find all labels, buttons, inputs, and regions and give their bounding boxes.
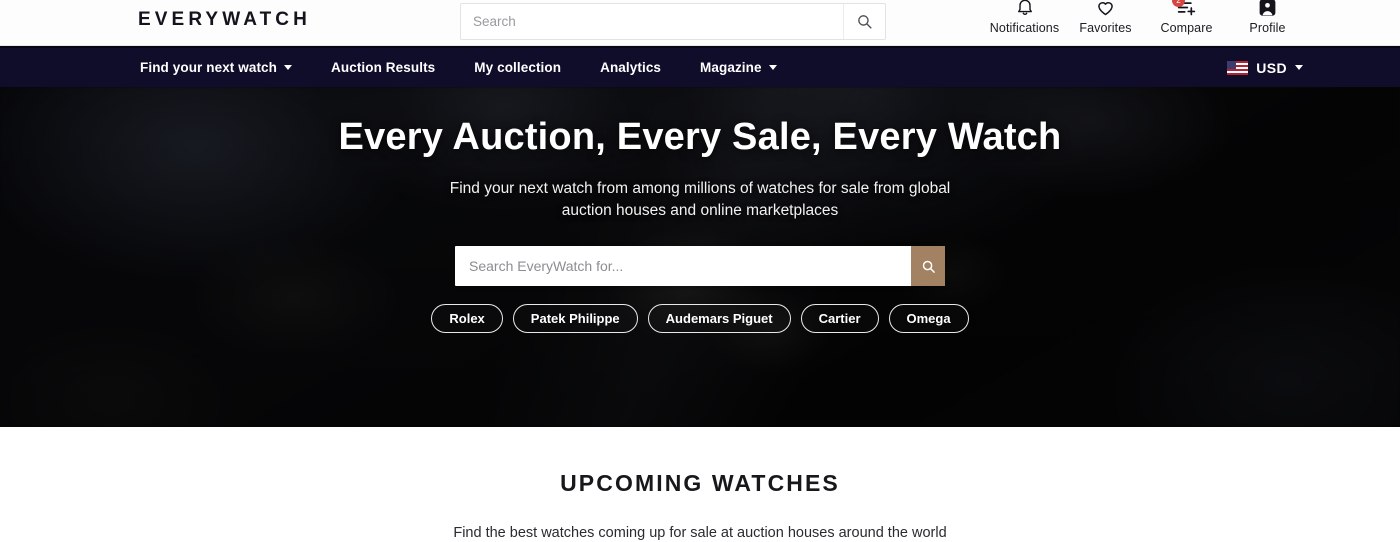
chevron-down-icon — [768, 65, 777, 70]
hero-search-button[interactable] — [911, 246, 945, 286]
heart-icon — [1095, 0, 1116, 18]
hero-subtitle: Find your next watch from among millions… — [449, 180, 951, 219]
top-search-box[interactable] — [460, 3, 886, 40]
chevron-down-icon — [1295, 65, 1303, 70]
upcoming-watches-section: UPCOMING WATCHES Find the best watches c… — [0, 427, 1400, 541]
nav-label: Magazine — [700, 60, 762, 75]
nav-item-my-collection[interactable]: My collection — [474, 60, 580, 75]
brand-chip-rolex[interactable]: Rolex — [431, 304, 503, 333]
brand-chip-omega[interactable]: Omega — [888, 304, 969, 333]
brand-chip-audemars-piguet[interactable]: Audemars Piguet — [647, 304, 791, 333]
hero-section: Every Auction, Every Sale, Every Watch F… — [0, 87, 1400, 427]
notifications-label: Notifications — [989, 21, 1060, 35]
top-header: EVERYWATCH Notifications — [0, 0, 1400, 46]
currency-selector[interactable]: USD — [1227, 60, 1303, 76]
us-flag-icon — [1227, 60, 1249, 75]
favorites-button[interactable]: Favorites — [1065, 0, 1146, 35]
nav-item-analytics[interactable]: Analytics — [600, 60, 680, 75]
header-actions: Notifications Favorites 2 Compare Profil… — [984, 0, 1308, 35]
brand-chips: Rolex Patek Philippe Audemars Piguet Car… — [431, 304, 969, 333]
hero-search-input[interactable] — [455, 246, 911, 286]
nav-item-magazine[interactable]: Magazine — [700, 60, 796, 75]
compare-icon: 2 — [1172, 0, 1197, 18]
nav-item-find-your-next-watch[interactable]: Find your next watch — [140, 60, 311, 75]
main-navbar: Find your next watch Auction Results My … — [0, 46, 1400, 87]
bell-icon — [1015, 0, 1035, 18]
hero-title: Every Auction, Every Sale, Every Watch — [338, 116, 1062, 158]
profile-label: Profile — [1249, 21, 1286, 35]
section-title: UPCOMING WATCHES — [560, 470, 840, 496]
nav-item-auction-results[interactable]: Auction Results — [331, 60, 454, 75]
currency-code: USD — [1256, 59, 1287, 76]
brand-chip-cartier[interactable]: Cartier — [800, 304, 879, 333]
profile-button[interactable]: Profile — [1227, 0, 1308, 35]
section-subtitle: Find the best watches coming up for sale… — [453, 525, 947, 541]
compare-button[interactable]: 2 Compare — [1146, 0, 1227, 35]
site-logo[interactable]: EVERYWATCH — [138, 9, 311, 31]
chevron-down-icon — [284, 65, 293, 70]
nav-items: Find your next watch Auction Results My … — [140, 60, 816, 75]
search-icon[interactable] — [843, 4, 885, 39]
nav-label: Auction Results — [331, 60, 436, 75]
brand-chip-patek-philippe[interactable]: Patek Philippe — [512, 304, 638, 333]
notifications-button[interactable]: Notifications — [984, 0, 1065, 35]
nav-label: My collection — [474, 60, 562, 75]
nav-label: Analytics — [600, 60, 662, 75]
search-input[interactable] — [461, 14, 843, 29]
favorites-label: Favorites — [1079, 21, 1132, 35]
nav-label: Find your next watch — [140, 60, 278, 75]
compare-label: Compare — [1160, 21, 1213, 35]
hero-search-box[interactable] — [455, 246, 945, 286]
profile-icon — [1257, 0, 1278, 18]
